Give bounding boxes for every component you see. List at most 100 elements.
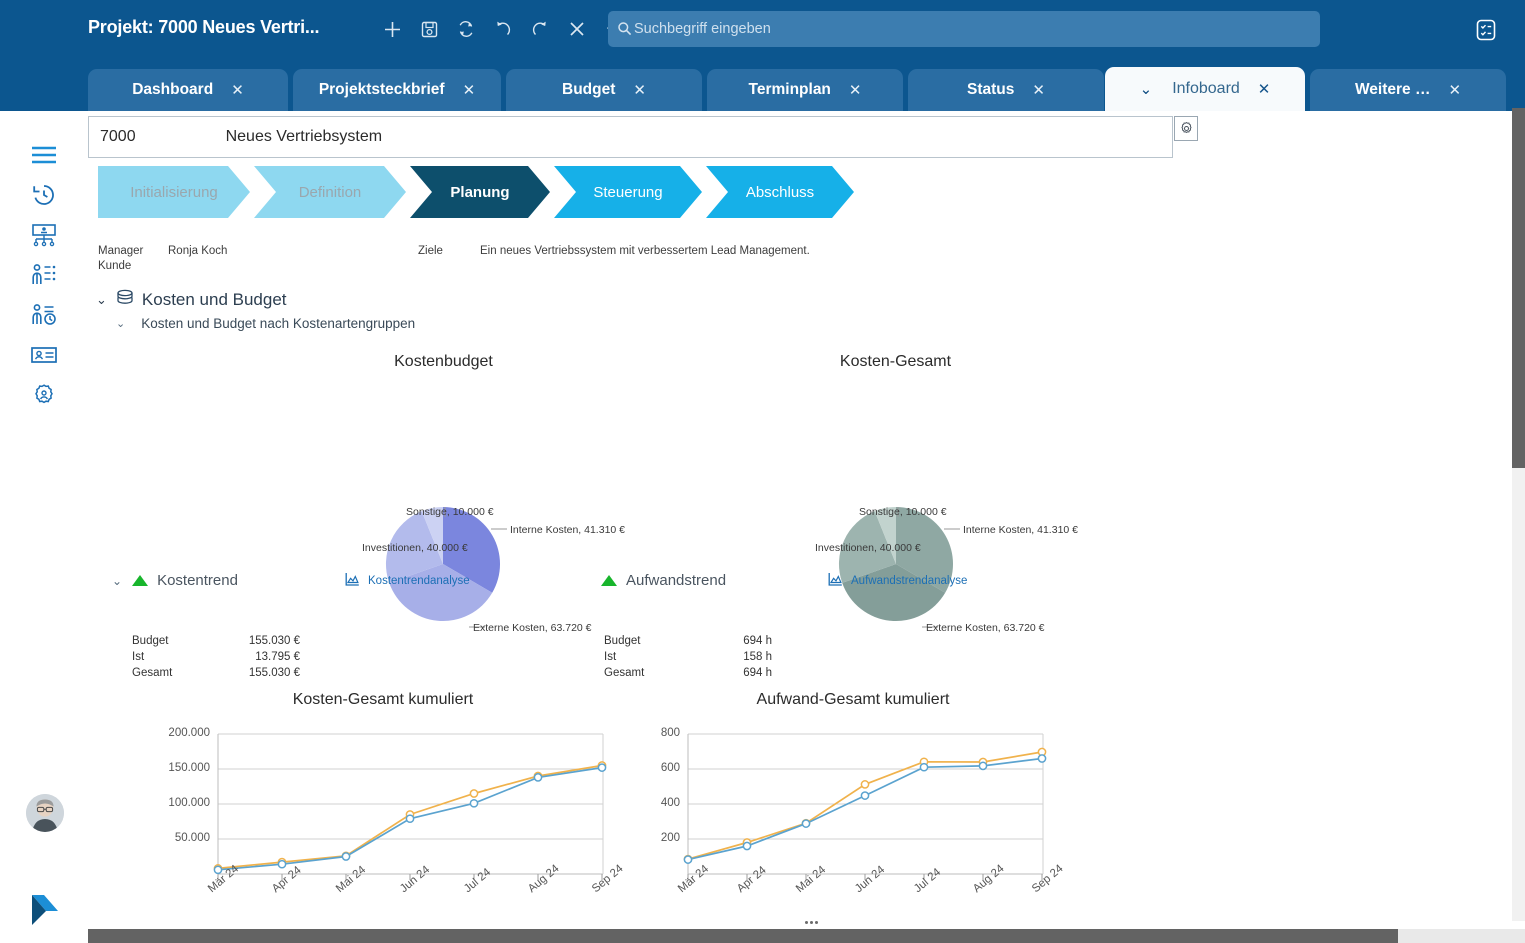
tab-close-icon[interactable]: ✕ [1448,83,1461,98]
phase-planung[interactable]: Planung [410,166,550,218]
y-tick-label: 100.000 [168,797,210,809]
kv-key: Gesamt [132,667,173,679]
chart-title-kostenbudget: Kostenbudget [394,353,493,370]
search-input[interactable] [632,20,1292,38]
app-header: Projekt: 7000 Neues Vertri... [0,0,1525,58]
phase-initialisierung[interactable]: Initialisierung [98,166,250,218]
resource-time-icon[interactable] [0,295,88,335]
tab-label: Terminplan [748,81,831,98]
chevron-down-icon[interactable]: ⌄ [112,574,122,588]
resource-list-icon[interactable] [0,255,88,295]
pie-label-interne-kosten: Interne Kosten, 41.310 € [510,524,626,536]
tab-status[interactable]: Status ✕ [908,69,1104,111]
save-icon[interactable] [415,14,443,44]
link-aufwandstrendanalyse[interactable]: Aufwandstrendanalyse [828,572,967,589]
tab-close-icon[interactable]: ✕ [1258,82,1271,97]
section-aufwandstrend[interactable]: Aufwandstrend [601,572,726,589]
project-meta: Manager Ronja Koch Ziele Ein neues Vertr… [98,243,810,273]
search-box[interactable] [608,11,1320,47]
panel-resize-handle[interactable] [800,918,822,927]
kv-value: 13.795 € [255,651,300,663]
refresh-icon[interactable] [452,14,480,44]
section-kosten-und-budget[interactable]: ⌄ Kosten und Budget [96,289,287,311]
tab-label: Status [967,81,1015,98]
phase-steuerung[interactable]: Steuerung [554,166,702,218]
manager-value: Ronja Koch [168,244,228,257]
y-tick-label: 200.000 [168,727,210,739]
triangle-up-icon [601,575,617,586]
section-kostentrend[interactable]: ⌄ Kostentrend [112,572,238,589]
page-title: Projekt: 7000 Neues Vertri... [88,17,320,37]
chevron-down-icon[interactable]: ⌄ [116,317,125,330]
tab-close-icon[interactable]: ✕ [463,83,476,98]
y-tick-label: 400 [660,797,680,809]
tab-label: Budget [562,81,616,98]
tab-budget[interactable]: Budget ✕ [506,69,702,111]
id-card-icon[interactable] [0,335,88,375]
tab-close-icon[interactable]: ✕ [231,83,244,98]
avatar[interactable] [26,794,64,832]
section-title: Kostentrend [157,572,238,589]
org-chart-icon[interactable] [0,215,88,255]
tab-label: Infoboard [1172,80,1240,97]
link-kostentrendanalyse[interactable]: Kostentrendanalyse [345,572,470,589]
section-title: Kosten und Budget [141,290,287,309]
phase-label: Abschluss [706,166,854,218]
tab-projektsteckbrief[interactable]: Projektsteckbrief ✕ [293,69,501,111]
task-list-icon[interactable] [1474,18,1498,42]
aufwandstrend-values: Budget 694 h Ist 158 h Gesamt 694 h [604,633,772,681]
triangle-up-icon [132,575,149,586]
chevron-down-icon[interactable]: ⌄ [1140,82,1153,97]
tab-label: Dashboard [132,81,214,98]
tab-terminplan[interactable]: Terminplan ✕ [707,69,903,111]
kv-value: 694 h [743,667,772,679]
kv-key: Budget [604,635,641,647]
phase-label: Definition [254,166,406,218]
settings-user-icon[interactable] [0,375,88,415]
link-label: Aufwandstrendanalyse [851,574,968,587]
tab-label: Weitere … [1354,81,1431,98]
menu-icon[interactable] [0,135,88,175]
kv-key: Ist [132,651,145,663]
coins-icon [115,289,135,311]
tab-close-icon[interactable]: ✕ [1032,83,1045,98]
tab-close-icon[interactable]: ✕ [633,83,646,98]
plus-icon[interactable] [378,14,406,44]
content-bottom-edge [88,921,1500,929]
project-number: 7000 [100,128,136,145]
app-logo [28,893,62,927]
ziele-label: Ziele [418,244,443,257]
link-label: Kostentrendanalyse [368,574,470,587]
tab-infoboard[interactable]: ⌄ Infoboard ✕ [1105,67,1305,111]
redo-icon[interactable] [526,14,554,44]
tab-weitere[interactable]: Weitere … ✕ [1310,69,1506,111]
section-title: Aufwandstrend [626,572,727,589]
phase-abschluss[interactable]: Abschluss [706,166,854,218]
phase-definition[interactable]: Definition [254,166,406,218]
pie-label-investitionen: Investitionen, 40.000 € [815,542,921,554]
history-icon[interactable] [0,175,88,215]
undo-icon[interactable] [489,14,517,44]
vertical-scrollbar-thumb[interactable] [1512,108,1525,468]
line-chart-aufwand-gesamt-kumuliert: 800 600 400 200 Mär 24 Apr 24 Mai 24 Jun… [588,716,1088,921]
subsection-kostenartengruppen[interactable]: ⌄ Kosten und Budget nach Kostenartengrup… [116,316,415,331]
phase-label: Initialisierung [98,166,250,218]
line-chart-kosten-gesamt-kumuliert: 200.000 150.000 100.000 50.000 Mär 24 Ap… [118,716,625,921]
chart-analysis-icon [345,572,360,589]
kostentrend-values: Budget 155.030 € Ist 13.795 € Gesamt 155.03… [132,633,300,681]
tab-close-icon[interactable]: ✕ [849,83,862,98]
project-id-bar[interactable]: 7000 Neues Vertriebsystem [88,116,1173,158]
tab-dashboard[interactable]: Dashboard ✕ [88,69,288,111]
gear-icon[interactable] [1174,116,1198,141]
project-name: Neues Vertriebsystem [225,128,383,145]
chevron-down-icon[interactable]: ⌄ [96,292,107,308]
y-tick-label: 600 [660,762,680,774]
close-icon[interactable] [563,14,591,44]
horizontal-scrollbar-thumb[interactable] [88,929,1398,943]
kunde-label: Kunde [98,259,132,272]
header-left-edge [0,0,8,111]
kv-key: Ist [604,651,617,663]
pie-label-externe-kosten: Externe Kosten, 63.720 € [473,622,592,634]
pie-label-sonstige: Sonstige, 10.000 € [859,506,947,518]
tab-bar: Dashboard ✕ Projektsteckbrief ✕ Budget ✕… [0,58,1525,111]
